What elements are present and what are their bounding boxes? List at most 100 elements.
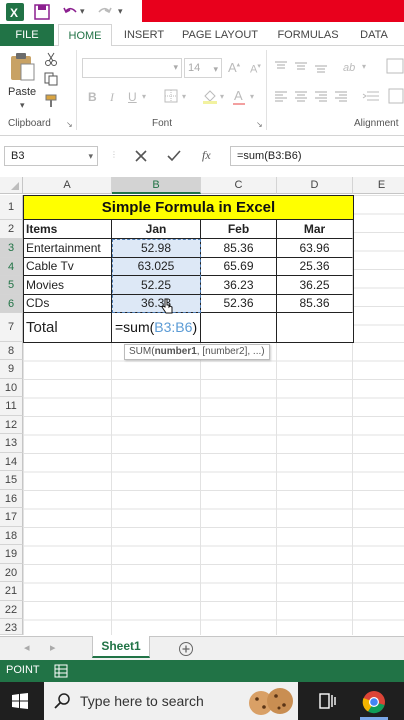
scroll-left-icon[interactable]: ◂ [24, 641, 30, 654]
task-view-icon[interactable] [318, 692, 336, 710]
header-feb[interactable]: Feb [201, 220, 277, 239]
cut-icon[interactable] [44, 52, 58, 66]
row-header-22[interactable]: 22 [0, 601, 23, 619]
table-row-label[interactable]: CDs [24, 295, 112, 313]
increase-font-icon[interactable]: A▴ [228, 60, 240, 75]
taskbar-search-box[interactable]: Type here to search [44, 682, 298, 720]
row-header-4[interactable]: 4 [0, 258, 23, 276]
format-painter-icon[interactable] [44, 94, 58, 108]
table-row-label[interactable]: Entertainment [24, 239, 112, 258]
horizontal-align-icons[interactable] [274, 90, 354, 104]
windows-start-icon[interactable] [12, 693, 28, 709]
formula-input[interactable]: =sum(B3:B6) [230, 146, 404, 166]
table-row-label[interactable]: Movies [24, 276, 112, 295]
row-header-11[interactable]: 11 [0, 397, 23, 416]
table-cell-mar[interactable]: 25.36 [277, 258, 353, 276]
function-tooltip[interactable]: SUM(number1, [number2], ...) [124, 344, 270, 360]
orientation-dropdown-icon[interactable]: ▾ [362, 62, 366, 71]
row-header-15[interactable]: 15 [0, 471, 23, 490]
row-header-9[interactable]: 9 [0, 360, 23, 379]
borders-icon[interactable] [164, 89, 178, 103]
column-header-c[interactable]: C [201, 177, 277, 194]
table-cell-mar[interactable]: 63.96 [277, 239, 353, 258]
row-header-19[interactable]: 19 [0, 545, 23, 564]
row-header-1[interactable]: 1 [0, 195, 23, 220]
redo-icon[interactable] [97, 4, 113, 20]
table-cell-feb[interactable]: 52.36 [201, 295, 277, 313]
table-cell-feb[interactable]: 85.36 [201, 239, 277, 258]
cancel-icon[interactable] [134, 149, 148, 163]
select-all-corner[interactable] [0, 177, 23, 194]
scroll-right-icon[interactable]: ▸ [50, 641, 56, 654]
row-header-6[interactable]: 6 [0, 295, 23, 313]
tab-insert[interactable]: INSERT [118, 24, 170, 46]
name-box[interactable]: B3 ▾ [4, 146, 98, 166]
chrome-icon[interactable] [362, 690, 386, 714]
vertical-align-icons[interactable] [274, 60, 334, 74]
fill-color-dropdown-icon[interactable]: ▾ [220, 92, 224, 101]
row-header-8[interactable]: 8 [0, 342, 23, 360]
row-header-2[interactable]: 2 [0, 220, 23, 239]
orientation-icon[interactable]: ab [342, 58, 364, 74]
row-header-21[interactable]: 21 [0, 582, 23, 601]
header-jan[interactable]: Jan [112, 220, 201, 239]
tab-file[interactable]: FILE [0, 24, 54, 46]
copy-icon[interactable] [44, 72, 58, 86]
column-header-a[interactable]: A [23, 177, 112, 194]
decrease-font-icon[interactable]: A▾ [250, 62, 261, 76]
sheet-tab-sheet1[interactable]: Sheet1 [92, 636, 150, 658]
paste-dropdown-icon[interactable]: ▾ [20, 100, 25, 111]
table-cell-mar[interactable]: 36.25 [277, 276, 353, 295]
column-header-e[interactable]: E [353, 177, 404, 194]
row-header-7[interactable]: 7 [0, 313, 23, 342]
header-mar[interactable]: Mar [277, 220, 353, 239]
underline-button[interactable]: U [128, 90, 137, 104]
row-header-23[interactable]: 23 [0, 619, 23, 635]
column-header-d[interactable]: D [277, 177, 353, 194]
table-cell-mar[interactable]: 85.36 [277, 295, 353, 313]
macro-record-icon[interactable] [54, 664, 68, 678]
paste-label[interactable]: Paste [8, 86, 36, 98]
italic-button[interactable]: I [110, 90, 114, 105]
font-color-dropdown-icon[interactable]: ▾ [250, 92, 254, 101]
table-row-label[interactable]: Cable Tv [24, 258, 112, 276]
row-header-3[interactable]: 3 [0, 239, 23, 258]
tab-data[interactable]: DATA [352, 24, 396, 46]
empty-cells-e[interactable] [353, 195, 404, 342]
row-header-20[interactable]: 20 [0, 564, 23, 582]
total-label[interactable]: Total [24, 313, 112, 343]
undo-dropdown-icon[interactable]: ▾ [80, 6, 85, 17]
font-size-select[interactable]: 14 ▾ [184, 58, 222, 78]
borders-dropdown-icon[interactable]: ▾ [182, 92, 186, 101]
enter-checkmark-icon[interactable] [166, 149, 182, 163]
customize-toolbar-icon[interactable]: ▾ [118, 6, 123, 17]
insert-function-button[interactable]: fx [202, 148, 211, 163]
row-header-17[interactable]: 17 [0, 508, 23, 527]
table-cell-feb[interactable]: 65.69 [201, 258, 277, 276]
tab-page-layout[interactable]: PAGE LAYOUT [178, 24, 262, 46]
decrease-indent-icon[interactable] [362, 90, 380, 104]
header-items[interactable]: Items [24, 220, 112, 239]
undo-icon[interactable] [62, 4, 78, 20]
row-header-16[interactable]: 16 [0, 490, 23, 508]
total-formula-cell[interactable]: =sum(B3:B6) [112, 313, 201, 343]
clipboard-launcher-icon[interactable]: ↘ [66, 120, 73, 129]
font-color-icon[interactable]: A [234, 88, 243, 103]
row-header-13[interactable]: 13 [0, 434, 23, 453]
table-cell-feb[interactable]: 36.23 [201, 276, 277, 295]
wrap-text-icon[interactable] [386, 58, 404, 74]
row-header-5[interactable]: 5 [0, 276, 23, 295]
save-icon[interactable] [34, 4, 50, 20]
paste-icon[interactable] [9, 52, 35, 82]
empty-cells[interactable] [23, 342, 404, 635]
font-name-select[interactable]: ▾ [82, 58, 182, 78]
row-header-12[interactable]: 12 [0, 416, 23, 434]
row-header-10[interactable]: 10 [0, 379, 23, 397]
bold-button[interactable]: B [88, 90, 97, 104]
total-cell-feb[interactable] [201, 313, 277, 343]
row-header-18[interactable]: 18 [0, 527, 23, 545]
table-title[interactable]: Simple Formula in Excel [24, 196, 353, 220]
column-header-b[interactable]: B [112, 177, 201, 194]
tab-formulas[interactable]: FORMULAS [272, 24, 344, 46]
underline-dropdown-icon[interactable]: ▾ [142, 92, 146, 101]
